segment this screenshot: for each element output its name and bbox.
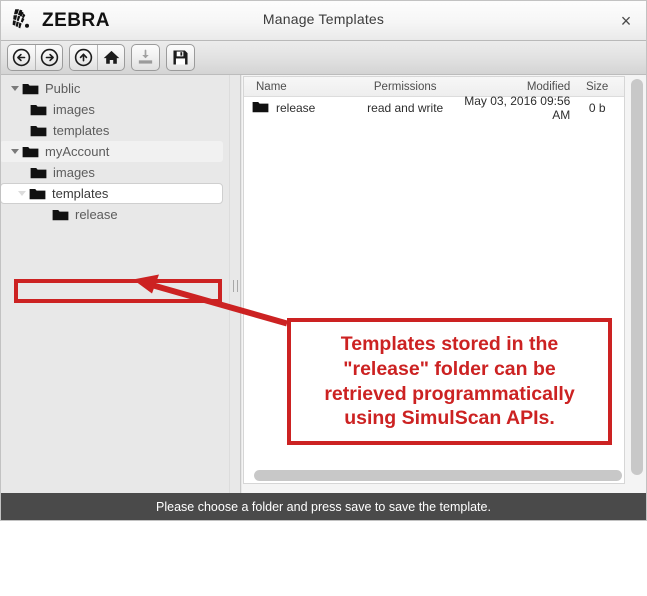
tree-item-myaccount-templates-release[interactable]: release: [0, 204, 229, 225]
file-permissions-cell: read and write: [367, 101, 444, 115]
folder-tree: Public images templates myAccount images…: [0, 78, 229, 225]
folder-icon: [22, 145, 39, 158]
tree-item-public-images[interactable]: images: [0, 99, 229, 120]
folder-icon: [22, 82, 39, 95]
status-message: Please choose a folder and press save to…: [156, 500, 491, 514]
status-bar: Please choose a folder and press save to…: [0, 493, 647, 521]
annotation-callout-text: Templates stored in the "release" folder…: [324, 332, 575, 430]
splitter-grip-icon: [233, 280, 238, 292]
window-title: Manage Templates: [262, 11, 385, 27]
folder-icon: [30, 103, 47, 116]
tree-item-label: images: [53, 165, 95, 180]
chevron-down-icon[interactable]: [15, 191, 29, 196]
column-header-permissions[interactable]: Permissions: [357, 81, 452, 93]
file-modified-cell: May 03, 2016 09:56 AM: [464, 94, 571, 122]
tree-item-label: Public: [45, 81, 81, 96]
panel-splitter[interactable]: [229, 75, 241, 493]
arrow-up-circle-icon: [74, 48, 93, 67]
scrollbar-thumb[interactable]: [254, 470, 622, 481]
file-name-cell: release: [244, 100, 357, 116]
home-icon: [103, 50, 119, 64]
tree-item-public-templates[interactable]: templates: [0, 120, 229, 141]
tree-item-myaccount-images[interactable]: images: [0, 162, 229, 183]
column-header-size[interactable]: Size: [570, 81, 624, 93]
up-button[interactable]: [70, 45, 97, 70]
folder-tree-panel: Public images templates myAccount images…: [0, 75, 229, 493]
tree-item-label: templates: [52, 186, 109, 201]
folder-icon: [30, 124, 47, 137]
tree-item-label: images: [53, 102, 95, 117]
file-list-horizontal-scrollbar[interactable]: [254, 470, 622, 481]
tree-item-myaccount-templates[interactable]: templates: [0, 183, 229, 204]
table-row[interactable]: release read and write May 03, 2016 09:5…: [244, 94, 624, 122]
import-button[interactable]: [132, 45, 159, 70]
annotation-callout-box: Templates stored in the "release" folder…: [287, 318, 612, 445]
toolbar: [0, 41, 647, 75]
arrow-left-circle-icon: [12, 48, 31, 67]
import-icon: [138, 49, 153, 64]
home-button[interactable]: [97, 45, 124, 70]
folder-icon: [29, 187, 46, 200]
tree-item-label: release: [75, 207, 118, 222]
chevron-down-icon[interactable]: [8, 86, 22, 91]
import-button-group: [131, 44, 160, 71]
back-button[interactable]: [8, 45, 35, 70]
forward-button[interactable]: [35, 45, 62, 70]
nav-button-group: [7, 44, 63, 71]
column-header-name[interactable]: Name: [244, 81, 357, 93]
save-button[interactable]: [167, 45, 194, 70]
column-header-modified[interactable]: Modified: [453, 81, 570, 93]
tree-item-myaccount[interactable]: myAccount: [0, 141, 229, 162]
save-button-group: [166, 44, 195, 71]
folder-icon: [52, 208, 69, 221]
chevron-down-icon[interactable]: [8, 149, 22, 154]
tree-item-label: myAccount: [45, 144, 110, 159]
folder-icon: [30, 166, 47, 179]
title-bar: ZEBRA Manage Templates ×: [0, 0, 647, 41]
file-name-label: release: [276, 101, 316, 115]
content-area: Public images templates myAccount images…: [0, 75, 647, 493]
folder-icon: [252, 100, 269, 116]
location-button-group: [69, 44, 125, 71]
manage-templates-window: ZEBRA Manage Templates × Public images t…: [0, 0, 647, 521]
file-size-cell: 0 b: [588, 101, 606, 115]
floppy-disk-icon: [173, 50, 188, 65]
tree-item-label: templates: [53, 123, 110, 138]
file-list-vertical-scrollbar[interactable]: [630, 77, 644, 483]
arrow-right-circle-icon: [40, 48, 58, 67]
close-icon[interactable]: ×: [613, 8, 639, 34]
tree-item-public[interactable]: Public: [0, 78, 229, 99]
scrollbar-thumb[interactable]: [631, 79, 643, 475]
